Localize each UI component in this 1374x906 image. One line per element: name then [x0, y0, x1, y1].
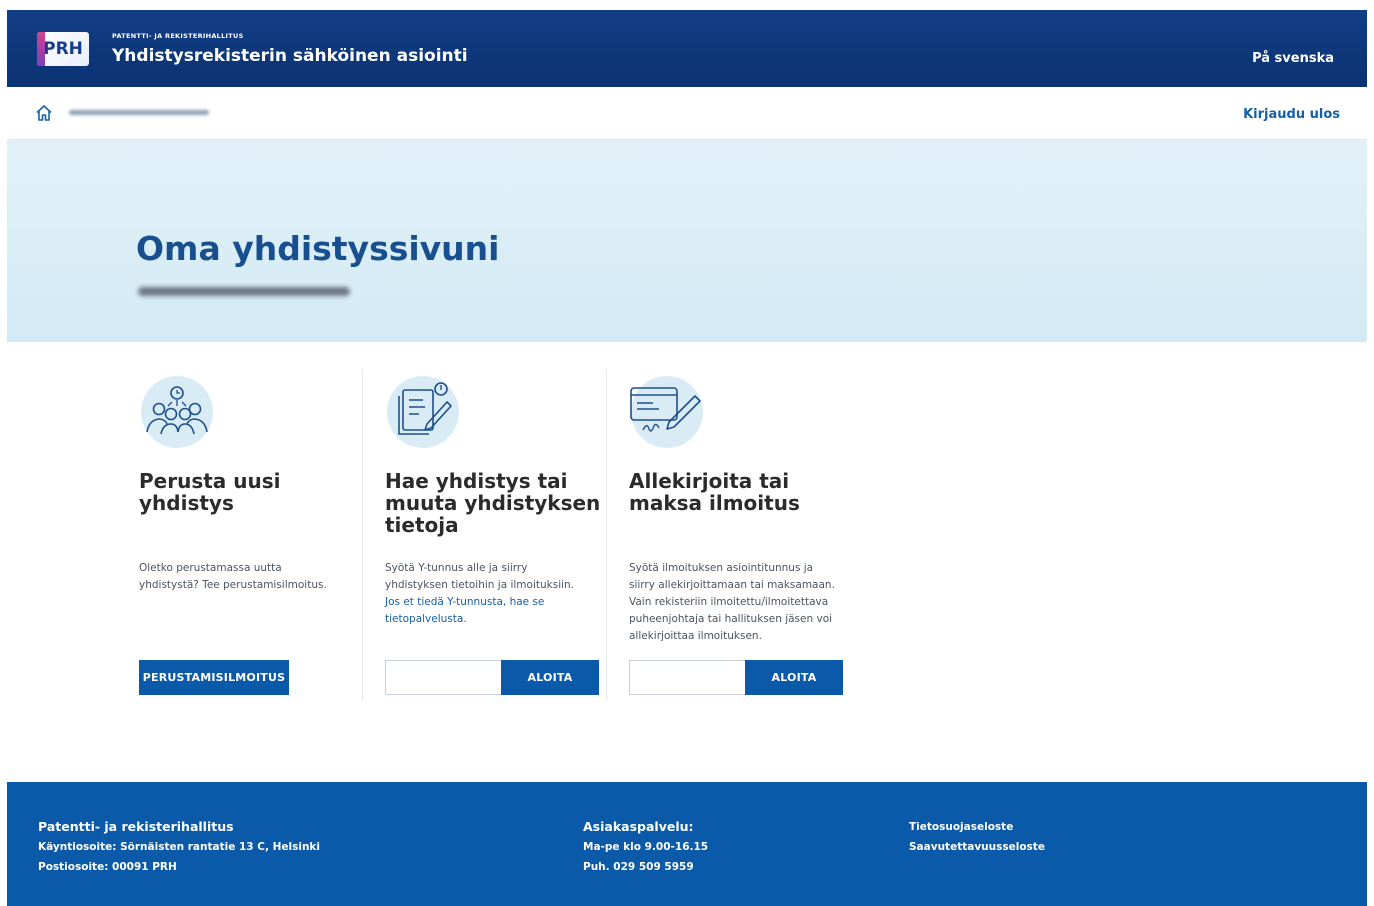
card-description: Oletko perustamassa uutta yhdistystä? Te…: [139, 562, 327, 591]
logo-accent-shape: [37, 32, 45, 66]
info-service-link[interactable]: Jos et tiedä Y-tunnusta, hae se tietopal…: [385, 594, 574, 628]
card-found-association: Perusta uusi yhdistys Oletko perustamass…: [139, 370, 349, 710]
card-title: Hae yhdistys tai muuta yhdistyksen tieto…: [385, 469, 601, 537]
footer-visit-address: Käyntiosoite: Sörnäisten rantatie 13 C, …: [38, 841, 321, 853]
business-id-input[interactable]: [385, 660, 503, 695]
site-header: PRH PATENTTI- JA REKISTERIHALLITUS Yhdis…: [7, 10, 1367, 87]
footer-service-title: Asiakaspalvelu:: [583, 819, 694, 834]
card-search-association: Hae yhdistys tai muuta yhdistyksen tieto…: [385, 370, 605, 710]
privacy-policy-link[interactable]: Tietosuojaseloste: [909, 817, 1045, 837]
footer-contact: Patentti- ja rekisterihallitus Käyntioso…: [38, 817, 320, 877]
breadcrumb-redacted: [69, 110, 209, 115]
document-edit-icon: [387, 376, 459, 448]
page-title: Oma yhdistyssivuni: [136, 229, 500, 268]
people-group-icon: [141, 376, 213, 448]
found-association-button[interactable]: PERUSTAMISILMOITUS: [139, 660, 289, 695]
site-footer: Patentti- ja rekisterihallitus Käyntioso…: [7, 782, 1367, 906]
start-search-button[interactable]: ALOITA: [501, 660, 599, 695]
card-description: Syötä Y-tunnus alle ja siirry yhdistykse…: [385, 560, 574, 628]
transaction-id-input[interactable]: [629, 660, 747, 695]
footer-service-hours: Ma-pe klo 9.00-16.15: [583, 841, 709, 853]
organization-name-small: PATENTTI- JA REKISTERIHALLITUS: [112, 32, 244, 40]
card-divider: [606, 370, 607, 700]
service-title: Yhdistysrekisterin sähköinen asiointi: [112, 46, 468, 66]
card-description: Syötä ilmoituksen asiointitunnus ja siir…: [629, 562, 835, 642]
card-sign-or-pay: Allekirjoita tai maksa ilmoitus Syötä il…: [629, 370, 859, 710]
card-divider: [362, 370, 363, 700]
card-sign-icon: [630, 376, 703, 448]
footer-service-phone: Puh. 029 509 5959: [583, 861, 694, 873]
home-icon[interactable]: [34, 103, 54, 123]
logout-link[interactable]: Kirjaudu ulos: [1243, 107, 1340, 122]
card-title: Perusta uusi yhdistys: [139, 469, 281, 515]
footer-org-name: Patentti- ja rekisterihallitus: [38, 819, 234, 834]
logo-text: PRH: [43, 39, 83, 59]
footer-customer-service: Asiakaspalvelu: Ma-pe klo 9.00-16.15 Puh…: [583, 817, 708, 877]
page-frame: PRH PATENTTI- JA REKISTERIHALLITUS Yhdis…: [7, 10, 1367, 906]
association-name-redacted: [138, 287, 350, 296]
footer-postal-address: Postiosoite: 00091 PRH: [38, 861, 177, 873]
breadcrumb-bar: Kirjaudu ulos: [7, 87, 1367, 140]
footer-links: Tietosuojaseloste Saavutettavuusseloste: [909, 817, 1045, 857]
accessibility-statement-link[interactable]: Saavutettavuusseloste: [909, 837, 1045, 857]
language-switch-link[interactable]: På svenska: [1252, 51, 1334, 66]
hero-banner: Oma yhdistyssivuni: [7, 140, 1367, 342]
start-sign-button[interactable]: ALOITA: [745, 660, 843, 695]
card-title: Allekirjoita tai maksa ilmoitus: [629, 469, 800, 515]
